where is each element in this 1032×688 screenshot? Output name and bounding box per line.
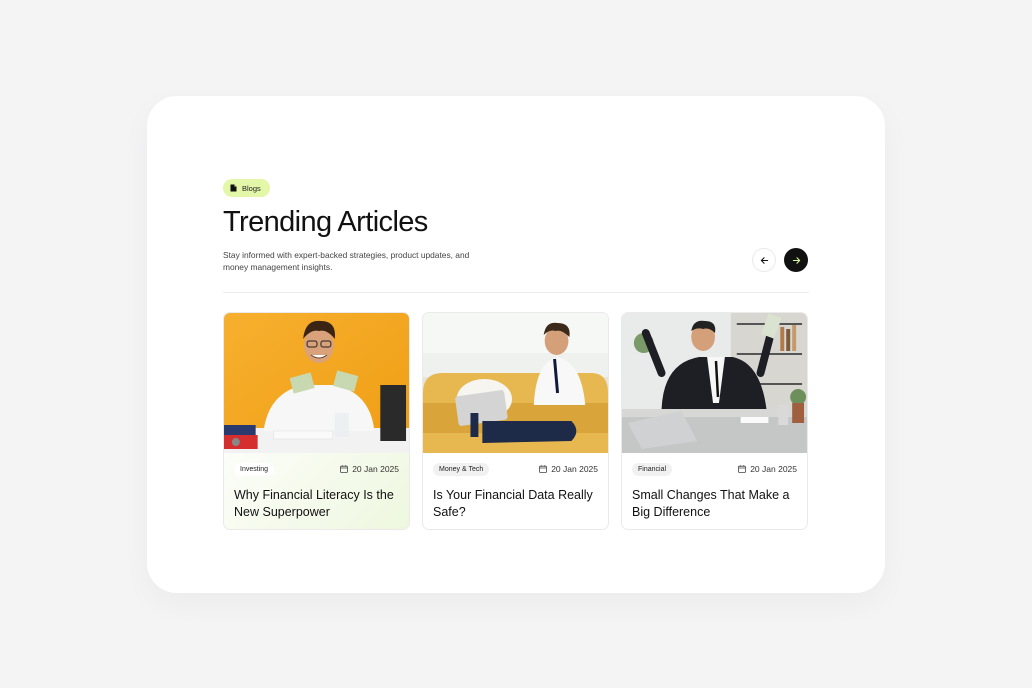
- article-card-2[interactable]: Money & Tech 20 Jan 2025 Is Your Financi…: [422, 312, 609, 530]
- calendar-icon: [539, 465, 548, 473]
- blog-section-card: Blogs Trending Articles Stay informed wi…: [147, 96, 885, 593]
- section-title: Trending Articles: [223, 206, 428, 238]
- next-button[interactable]: [784, 248, 808, 272]
- calendar-icon: [340, 465, 349, 473]
- badge-label: Blogs: [242, 183, 261, 193]
- article-image-2: [423, 313, 608, 453]
- article-image-1: [224, 313, 409, 453]
- divider: [223, 292, 809, 293]
- article-headline[interactable]: Is Your Financial Data Really Safe?: [433, 487, 603, 521]
- article-image-3: [622, 313, 807, 453]
- article-tag: Money & Tech: [433, 463, 490, 476]
- arrow-left-icon: [760, 256, 768, 264]
- article-headline[interactable]: Small Changes That Make a Big Difference: [632, 487, 802, 521]
- article-date: 20 Jan 2025: [738, 464, 797, 474]
- article-headline[interactable]: Why Financial Literacy Is the New Superp…: [234, 487, 404, 521]
- article-tag: Investing: [234, 463, 275, 476]
- blogs-badge: Blogs: [223, 179, 270, 197]
- section-subtitle: Stay informed with expert-backed strateg…: [223, 250, 470, 273]
- calendar-icon: [738, 465, 747, 473]
- article-card-3[interactable]: Financial 20 Jan 2025 Small Changes That…: [621, 312, 808, 530]
- article-date: 20 Jan 2025: [539, 464, 598, 474]
- article-card-1[interactable]: Investing 20 Jan 2025 Why Financial Lite…: [223, 312, 410, 530]
- article-date: 20 Jan 2025: [340, 464, 399, 474]
- article-date-text: 20 Jan 2025: [551, 464, 598, 474]
- prev-button[interactable]: [752, 248, 776, 272]
- article-date-text: 20 Jan 2025: [750, 464, 797, 474]
- article-date-text: 20 Jan 2025: [352, 464, 399, 474]
- article-tag: Financial: [632, 463, 673, 476]
- arrow-right-icon: [792, 256, 800, 264]
- document-icon: [230, 184, 237, 192]
